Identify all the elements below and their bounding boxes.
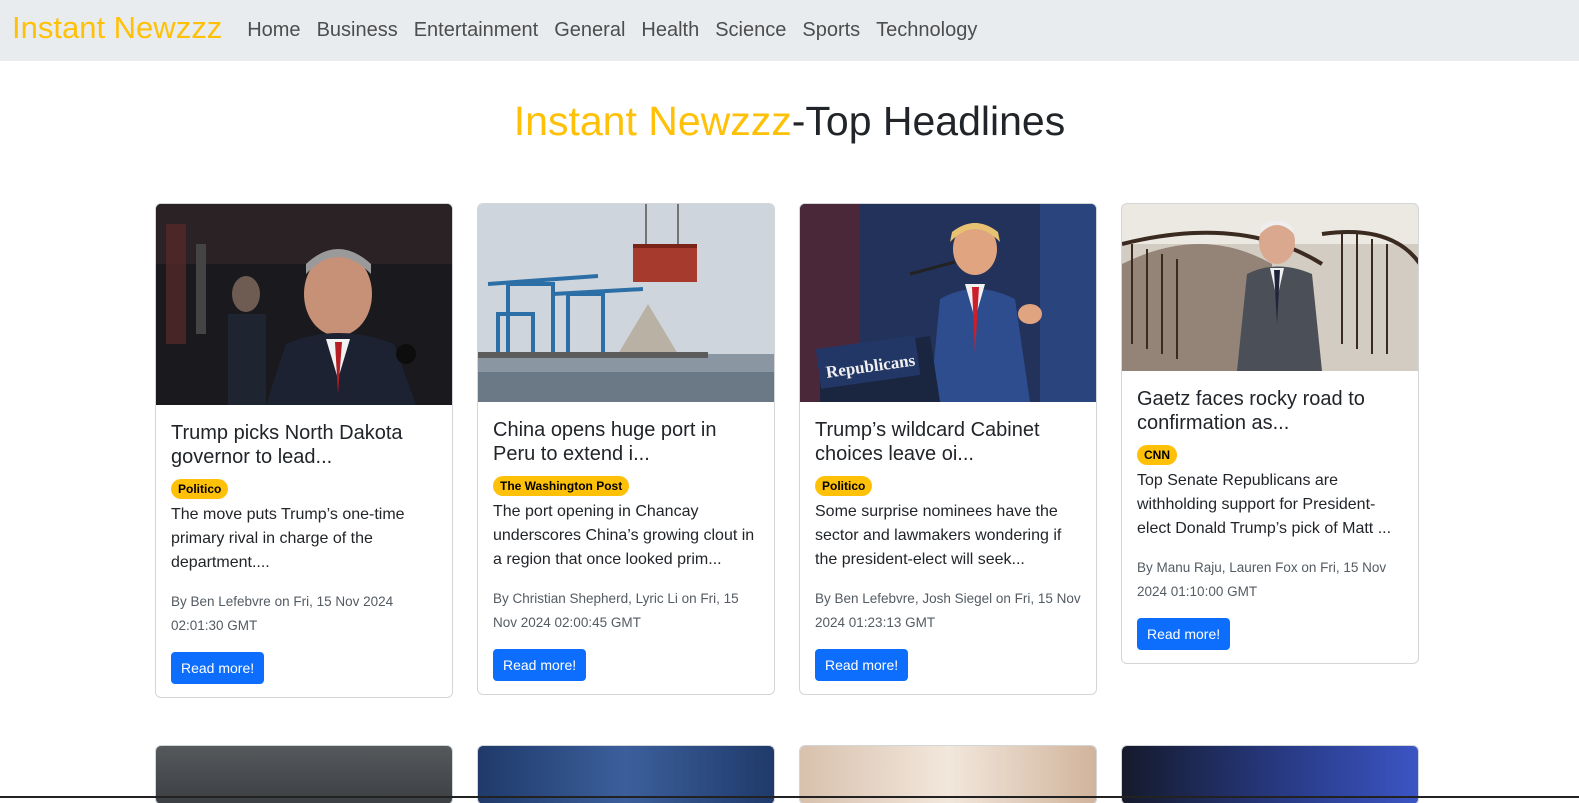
nav-entertainment[interactable]: Entertainment xyxy=(414,19,539,42)
read-more-button[interactable]: Read more! xyxy=(815,649,909,681)
source-badge: Politico xyxy=(815,476,873,496)
article-title[interactable]: Trump’s wildcard Cabinet choices leave o… xyxy=(815,418,1081,466)
news-card: Gaetz faces rocky road to confirmation a… xyxy=(1121,203,1419,664)
nav-health[interactable]: Health xyxy=(641,19,699,42)
nav-general[interactable]: General xyxy=(554,19,625,42)
brand-logo[interactable]: Instant Newzzz xyxy=(12,10,222,46)
news-image xyxy=(1122,746,1418,803)
news-image xyxy=(478,204,774,402)
page-title: Instant Newzzz-Top Headlines xyxy=(0,98,1579,145)
news-card-partial xyxy=(477,745,775,803)
read-more-button[interactable]: Read more! xyxy=(171,652,265,684)
news-card: Republicans Trump’s wildcard Cabinet cho… xyxy=(799,203,1097,695)
news-image: Republicans xyxy=(800,204,1096,402)
news-image xyxy=(156,204,452,405)
page-title-brand: Instant Newzzz xyxy=(513,98,792,144)
source-badge: Politico xyxy=(171,479,229,499)
news-image xyxy=(478,746,774,803)
viewport-bottom-edge xyxy=(0,796,1579,798)
article-meta: By Ben Lefebvre, Josh Siegel on Fri, 15 … xyxy=(815,591,1081,630)
article-description: Top Senate Republicans are withholding s… xyxy=(1137,472,1392,537)
news-card-partial xyxy=(799,745,1097,803)
nav-business[interactable]: Business xyxy=(317,19,398,42)
read-more-button[interactable]: Read more! xyxy=(1137,618,1231,650)
nav-science[interactable]: Science xyxy=(715,19,786,42)
card-body: Trump’s wildcard Cabinet choices leave o… xyxy=(800,418,1096,681)
news-photo-staircase xyxy=(1122,204,1418,371)
article-meta: By Ben Lefebvre on Fri, 15 Nov 2024 02:0… xyxy=(171,594,394,633)
card-body: Gaetz faces rocky road to confirmation a… xyxy=(1122,387,1418,650)
news-photo-portrait xyxy=(156,204,452,405)
article-description: Some surprise nominees have the sector a… xyxy=(815,503,1062,568)
source-badge: The Washington Post xyxy=(493,476,630,496)
navbar: Instant Newzzz Home Business Entertainme… xyxy=(0,0,1579,61)
source-badge: CNN xyxy=(1137,445,1177,465)
news-image xyxy=(1122,204,1418,371)
news-photo-podium: Republicans xyxy=(800,204,1096,402)
article-meta: By Manu Raju, Lauren Fox on Fri, 15 Nov … xyxy=(1137,560,1387,599)
card-body: China opens huge port in Peru to extend … xyxy=(478,418,774,681)
read-more-button[interactable]: Read more! xyxy=(493,649,587,681)
news-photo-port xyxy=(478,204,774,402)
news-card-partial xyxy=(155,745,453,803)
article-title[interactable]: China opens huge port in Peru to extend … xyxy=(493,418,759,466)
nav-home[interactable]: Home xyxy=(247,19,300,42)
article-meta: By Christian Shepherd, Lyric Li on Fri, … xyxy=(493,591,739,630)
article-title[interactable]: Gaetz faces rocky road to confirmation a… xyxy=(1137,387,1403,435)
nav-sports[interactable]: Sports xyxy=(802,19,860,42)
news-card: Trump picks North Dakota governor to lea… xyxy=(155,203,453,698)
news-image xyxy=(156,746,452,803)
news-card-partial xyxy=(1121,745,1419,803)
article-description: The port opening in Chancay underscores … xyxy=(493,503,755,568)
article-description: The move puts Trump’s one-time primary r… xyxy=(171,506,405,571)
nav-technology[interactable]: Technology xyxy=(876,19,977,42)
card-body: Trump picks North Dakota governor to lea… xyxy=(156,421,452,684)
news-image xyxy=(800,746,1096,803)
news-card: China opens huge port in Peru to extend … xyxy=(477,203,775,695)
page-title-rest: -Top Headlines xyxy=(791,98,1066,144)
article-title[interactable]: Trump picks North Dakota governor to lea… xyxy=(171,421,437,469)
